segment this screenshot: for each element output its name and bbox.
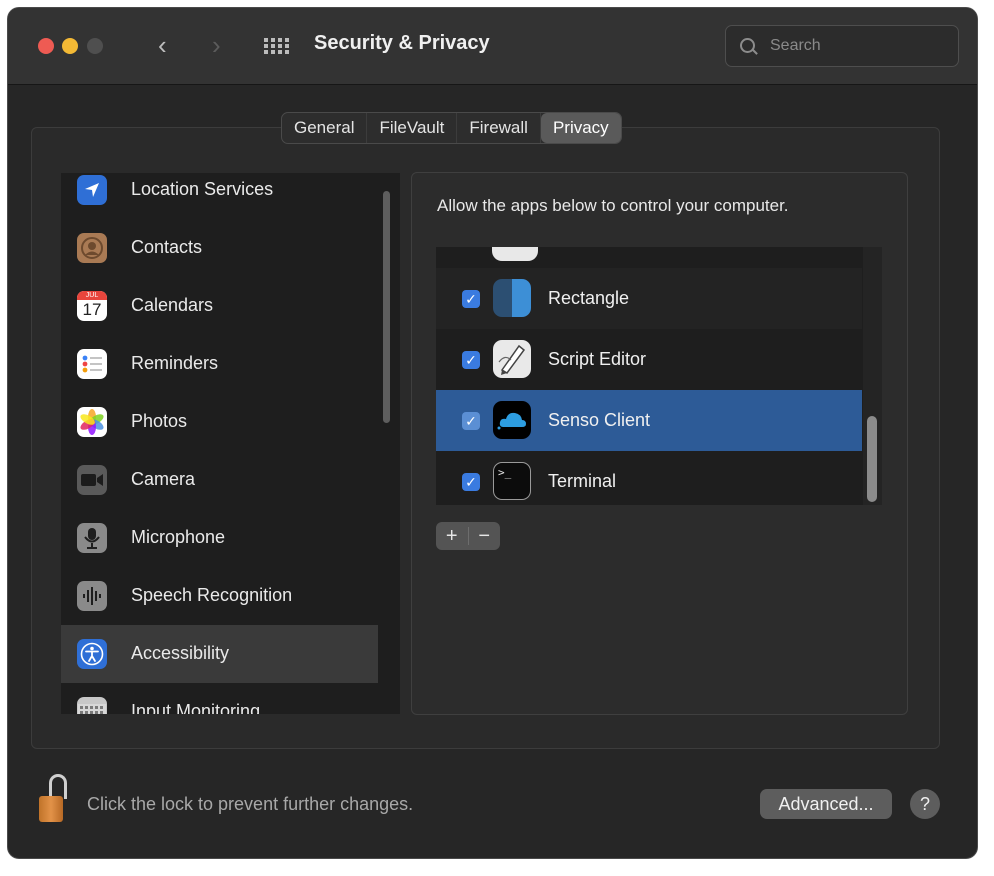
sidebar-item-label: Reminders bbox=[131, 353, 219, 373]
show-all-grid-icon[interactable] bbox=[264, 38, 292, 54]
calendar-day: 17 bbox=[82, 300, 102, 319]
app-list-scrollbar[interactable] bbox=[867, 416, 877, 502]
privacy-category-list: Location Services Contacts JUL 17 Calend… bbox=[60, 172, 401, 715]
search-placeholder: Search bbox=[770, 37, 821, 54]
sidebar-item-camera[interactable]: Camera bbox=[61, 451, 378, 509]
tab-general[interactable]: General bbox=[282, 113, 368, 143]
app-label: Rectangle bbox=[548, 288, 630, 308]
accessibility-icon bbox=[77, 639, 107, 669]
terminal-icon: >_ bbox=[493, 462, 531, 500]
speech-waveform-icon bbox=[77, 581, 107, 611]
script-editor-icon bbox=[493, 340, 531, 378]
sidebar-item-label: Speech Recognition bbox=[131, 585, 293, 605]
sidebar-item-calendars[interactable]: JUL 17 Calendars bbox=[61, 277, 378, 335]
tab-privacy[interactable]: Privacy bbox=[540, 113, 621, 143]
remove-app-button[interactable]: − bbox=[468, 522, 500, 550]
location-arrow-icon bbox=[77, 175, 107, 205]
rectangle-app-icon bbox=[493, 279, 531, 317]
advanced-button[interactable]: Advanced... bbox=[760, 789, 892, 819]
keyboard-icon bbox=[77, 697, 107, 714]
sidebar-item-label: Photos bbox=[131, 411, 188, 431]
accessibility-app-list: ✓ Rectangle ✓ Script Editor ✓ Senso Clie… bbox=[436, 247, 882, 505]
tab-bar: General FileVault Firewall Privacy bbox=[281, 112, 622, 144]
app-row-senso-client[interactable]: ✓ Senso Client bbox=[436, 390, 862, 451]
lock-icon[interactable] bbox=[39, 774, 67, 824]
reminders-icon bbox=[77, 349, 107, 379]
photos-icon bbox=[77, 407, 107, 437]
zoom-button[interactable] bbox=[87, 38, 103, 54]
contacts-icon bbox=[77, 233, 107, 263]
senso-client-checkbox[interactable]: ✓ bbox=[462, 412, 480, 430]
senso-cloud-icon bbox=[493, 401, 531, 439]
app-label: Script Editor bbox=[548, 349, 647, 369]
lock-status-text: Click the lock to prevent further change… bbox=[87, 794, 414, 814]
sidebar-item-accessibility[interactable]: Accessibility bbox=[61, 625, 378, 683]
add-app-button[interactable]: + bbox=[436, 522, 468, 550]
sidebar-item-label: Location Services bbox=[131, 179, 274, 199]
search-field[interactable]: Search bbox=[725, 25, 959, 67]
sidebar-item-contacts[interactable]: Contacts bbox=[61, 219, 378, 277]
accessibility-description: Allow the apps below to control your com… bbox=[437, 196, 789, 215]
sidebar-item-label: Calendars bbox=[131, 295, 214, 315]
sidebar-item-label: Microphone bbox=[131, 527, 226, 547]
tab-filevault[interactable]: FileVault bbox=[367, 113, 458, 143]
sidebar-item-reminders[interactable]: Reminders bbox=[61, 335, 378, 393]
terminal-prompt: >_ bbox=[498, 466, 512, 479]
help-button[interactable]: ? bbox=[910, 789, 940, 819]
sidebar-item-input-monitoring[interactable]: Input Monitoring bbox=[61, 683, 378, 715]
close-button[interactable] bbox=[38, 38, 54, 54]
sidebar-item-label: Input Monitoring bbox=[131, 701, 261, 715]
window-title: Security & Privacy bbox=[314, 32, 490, 54]
app-label: Senso Client bbox=[548, 410, 651, 430]
sidebar-item-label: Camera bbox=[131, 469, 196, 489]
sidebar-item-label: Contacts bbox=[131, 237, 203, 257]
microphone-icon bbox=[77, 523, 107, 553]
calendar-month: JUL bbox=[77, 291, 107, 300]
calendar-icon: JUL 17 bbox=[77, 291, 107, 321]
back-button[interactable]: ‹ bbox=[158, 30, 167, 60]
add-remove-control: + − bbox=[436, 522, 500, 550]
partial-app-icon bbox=[492, 247, 538, 261]
minimize-button[interactable] bbox=[62, 38, 78, 54]
search-icon bbox=[740, 38, 755, 53]
app-label: Terminal bbox=[548, 471, 617, 491]
title-bar: ‹ › Security & Privacy Search bbox=[8, 8, 977, 85]
app-row-terminal[interactable]: ✓ >_ Terminal bbox=[436, 451, 862, 505]
sidebar-item-microphone[interactable]: Microphone bbox=[61, 509, 378, 567]
app-row-script-editor[interactable]: ✓ Script Editor bbox=[436, 329, 862, 390]
tab-firewall[interactable]: Firewall bbox=[457, 113, 541, 143]
rectangle-checkbox[interactable]: ✓ bbox=[462, 290, 480, 308]
app-row-rectangle[interactable]: ✓ Rectangle bbox=[436, 268, 862, 329]
sidebar-item-speech-recognition[interactable]: Speech Recognition bbox=[61, 567, 378, 625]
sidebar-item-photos[interactable]: Photos bbox=[61, 393, 378, 451]
script-editor-checkbox[interactable]: ✓ bbox=[462, 351, 480, 369]
sidebar-item-label: Accessibility bbox=[131, 643, 230, 663]
terminal-checkbox[interactable]: ✓ bbox=[462, 473, 480, 491]
sidebar-item-location-services[interactable]: Location Services bbox=[61, 173, 378, 219]
forward-button[interactable]: › bbox=[212, 30, 221, 60]
camera-icon bbox=[77, 465, 107, 495]
sidebar-scrollbar[interactable] bbox=[383, 191, 390, 423]
